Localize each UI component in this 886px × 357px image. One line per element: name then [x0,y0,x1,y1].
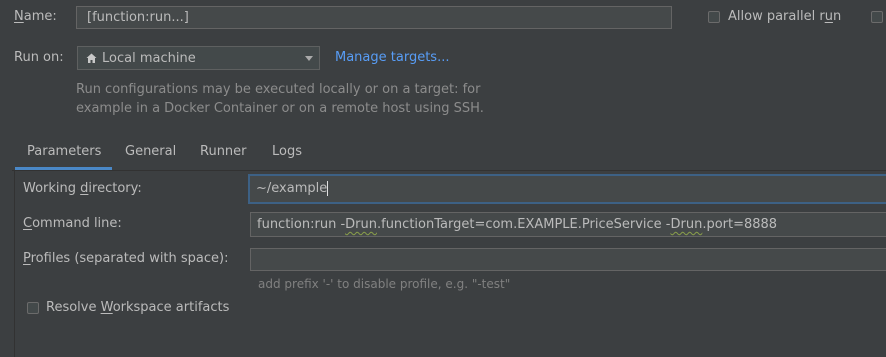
run-on-label: Run on: [14,50,64,65]
text-cursor [327,181,329,196]
home-icon [86,53,97,63]
resolve-workspace-checkbox[interactable] [27,302,39,314]
profiles-label: Profiles (separated with space): [23,251,229,266]
resolve-workspace-label: Resolve Workspace artifacts [46,300,230,315]
tab-general[interactable]: General [125,144,176,159]
allow-parallel-run-checkbox[interactable] [708,11,720,23]
working-directory-input[interactable]: ~/example [248,174,886,204]
command-part: .functionTarget=com.EXAMPLE.PriceService… [376,217,671,232]
name-input[interactable]: [function:run...] [76,6,672,29]
manage-targets-link[interactable]: Manage targets... [335,50,449,65]
command-part-typo: Drun [670,217,703,232]
command-line-input[interactable]: function:run -Drun.functionTarget=com.EX… [250,212,886,237]
run-target-value: Local machine [102,51,196,66]
command-part: function:run - [257,217,346,232]
extra-checkbox[interactable] [871,11,883,23]
command-part-typo: Drun [345,217,377,232]
command-line-label: Command line: [23,216,122,231]
run-on-description-line2: example in a Docker Container or on a re… [76,101,484,116]
command-part: .port=8888 [702,217,778,232]
tab-parameters[interactable]: Parameters [27,144,101,159]
tab-logs[interactable]: Logs [272,144,302,159]
profiles-input[interactable] [250,248,886,271]
profiles-hint: add prefix '-' to disable profile, e.g. … [258,277,511,291]
working-directory-label: Working directory: [23,181,142,196]
tab-runner[interactable]: Runner [200,144,247,159]
working-directory-value: ~/example [256,181,328,196]
name-label: Name: [14,9,57,24]
run-target-dropdown[interactable]: Local machine [77,46,320,70]
chevron-down-icon [305,56,313,61]
run-on-description-line1: Run configurations may be executed local… [76,82,481,97]
allow-parallel-run-label: Allow parallel run [728,9,842,24]
